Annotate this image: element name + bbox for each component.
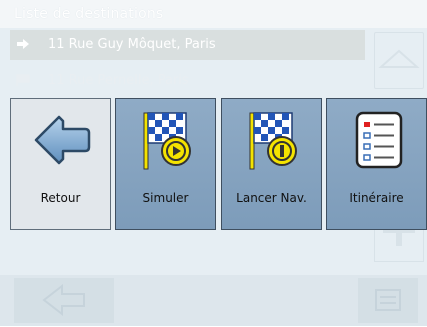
back-arrow-icon	[34, 115, 91, 165]
start-navigation-button[interactable]: Lancer Nav.	[221, 98, 322, 230]
action-popup: Retour Simuler Lancer Nav. Itinéraire	[10, 98, 427, 232]
list-item-label: 11 Rue Pernelle, Paris	[48, 73, 189, 88]
list-item[interactable]: 11 Rue Guy Môquet, Paris	[10, 30, 365, 60]
itinerary-button[interactable]: Itinéraire	[326, 98, 427, 230]
back-button-bg[interactable]	[14, 278, 114, 323]
checkered-flag-go-icon	[249, 112, 297, 170]
list-item-label: 11 Rue Guy Môquet, Paris	[48, 37, 216, 52]
list-item[interactable]: 11 Rue Pernelle, Paris	[10, 66, 365, 96]
back-arrow-icon	[42, 283, 85, 317]
simulate-button[interactable]: Simuler	[115, 98, 216, 230]
bottom-bar	[0, 275, 427, 326]
triangle-up-icon	[378, 49, 420, 68]
itinerary-button-label: Itinéraire	[349, 191, 404, 205]
simulate-button-label: Simuler	[142, 191, 189, 205]
flag-icon	[16, 74, 30, 86]
back-button[interactable]: Retour	[10, 98, 111, 230]
list-title: Liste de destinations	[14, 6, 164, 22]
arrow-right-icon	[17, 39, 29, 49]
list-icon	[375, 289, 401, 311]
scroll-up-button[interactable]	[374, 32, 424, 89]
menu-button[interactable]	[358, 278, 418, 323]
screen: Liste de destinations 11 Rue Guy Môquet,…	[0, 0, 427, 326]
start-navigation-button-label: Lancer Nav.	[236, 191, 307, 205]
itinerary-list-icon	[355, 111, 403, 169]
checkered-flag-play-icon	[143, 112, 191, 170]
list-title-bar: Liste de destinations	[0, 0, 427, 28]
back-button-label: Retour	[40, 191, 81, 205]
